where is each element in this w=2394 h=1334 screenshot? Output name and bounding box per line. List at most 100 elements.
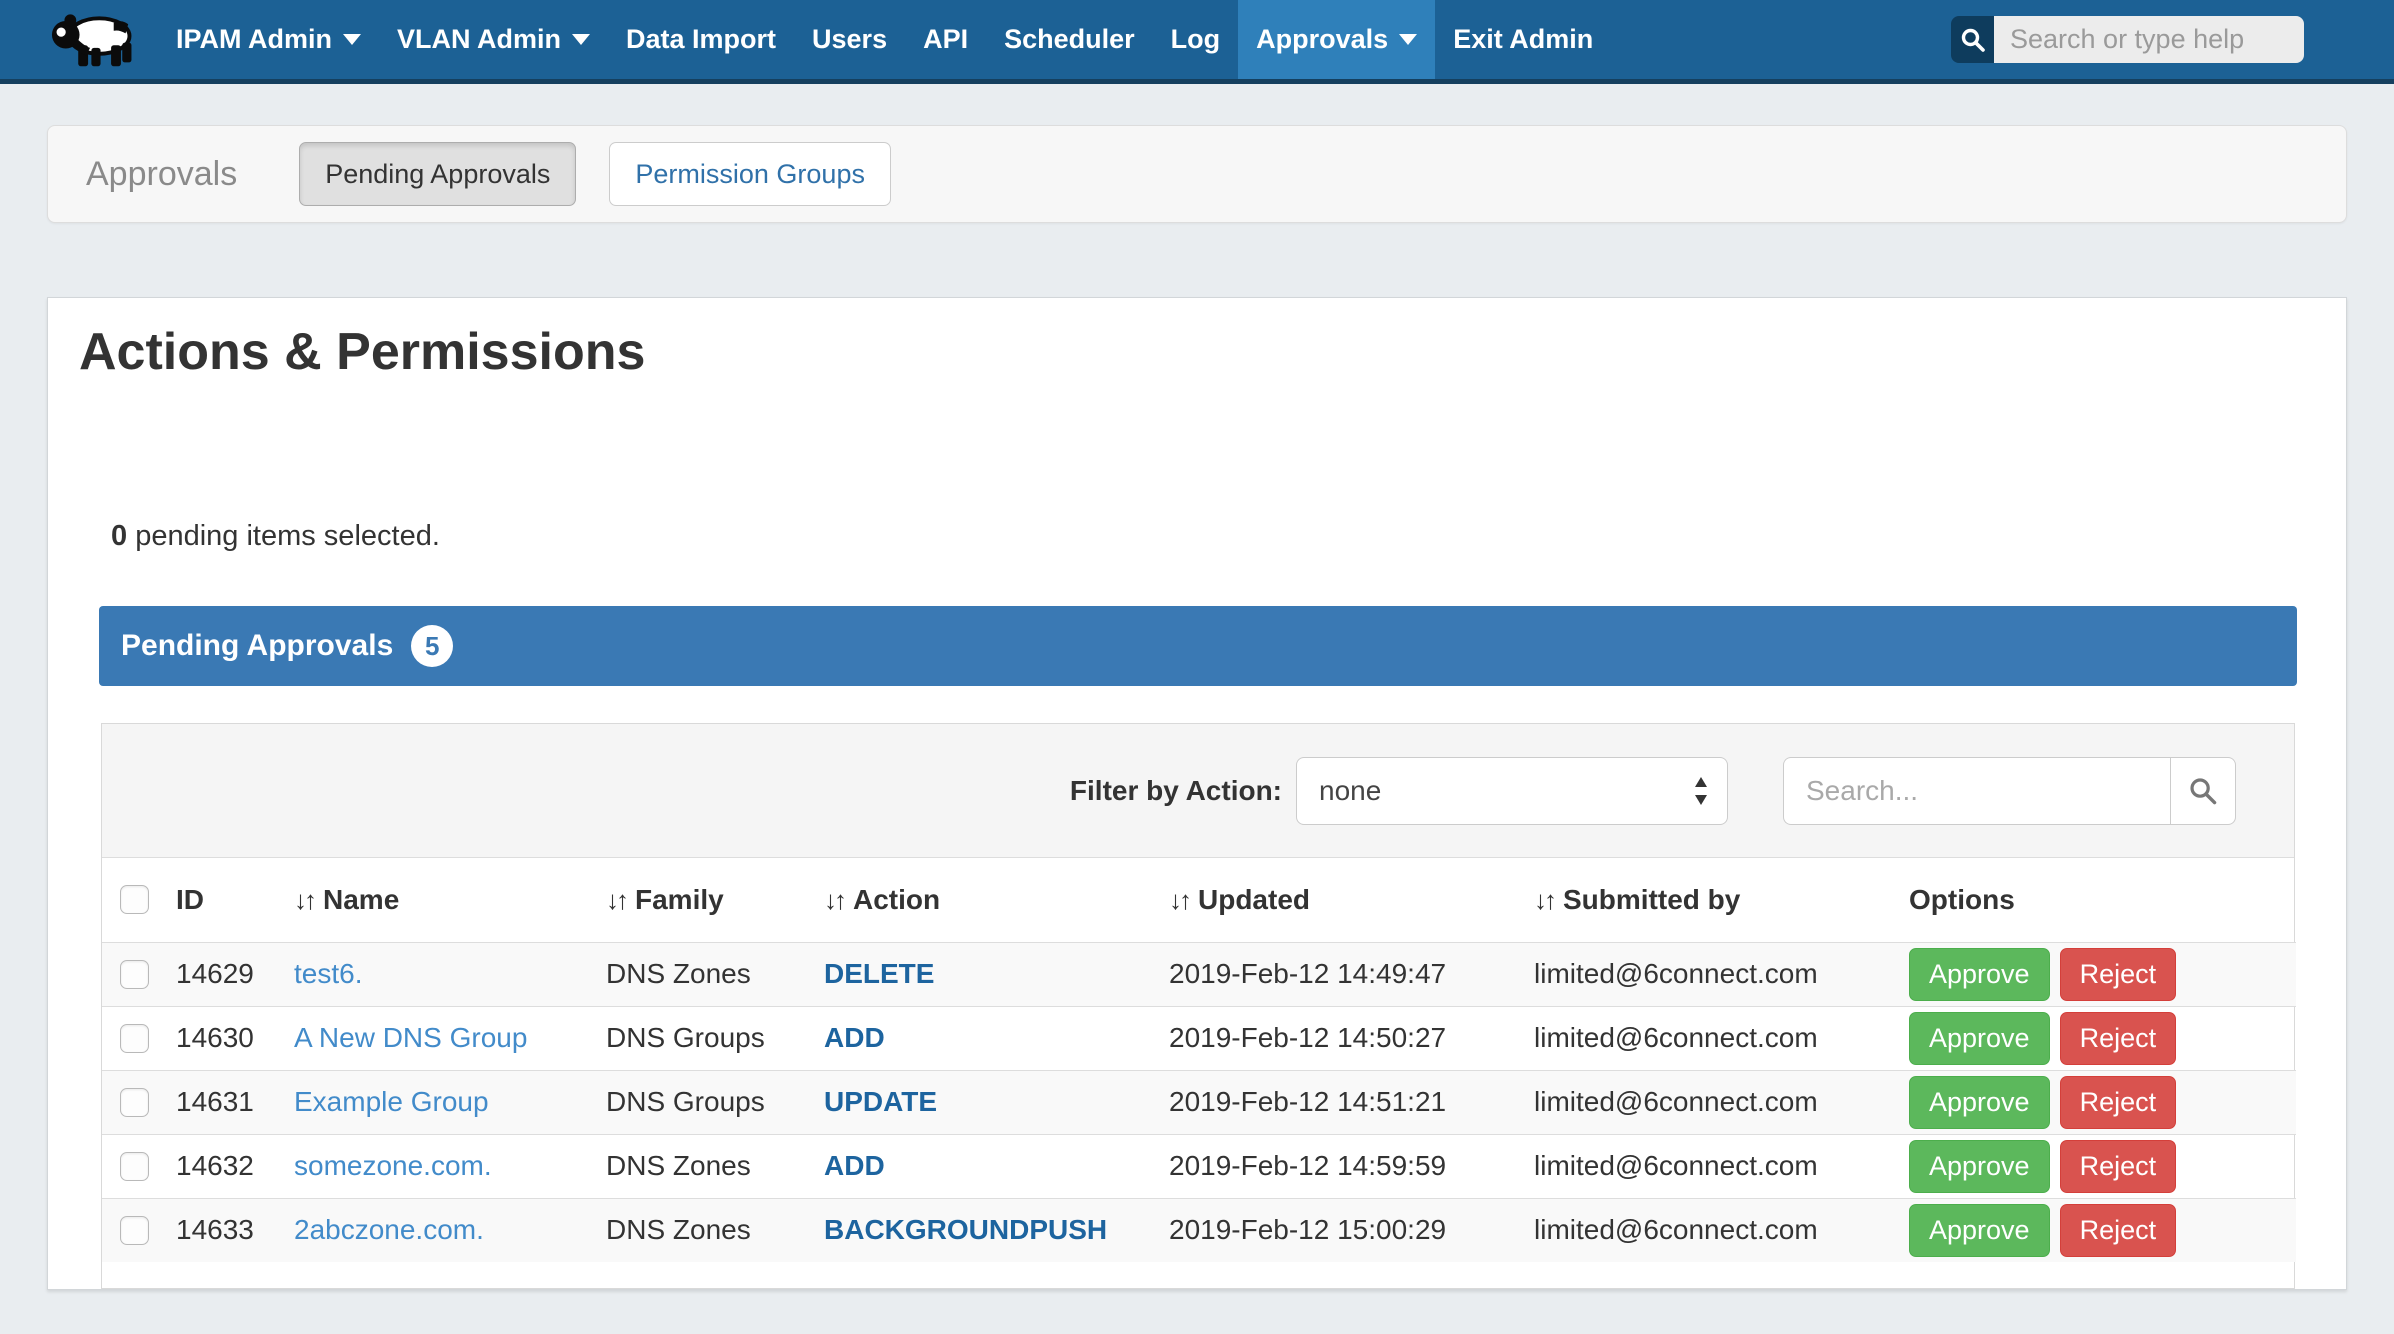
sort-icon: ↓↑ [606, 885, 626, 915]
table-header-row: ID ↓↑Name ↓↑Family ↓↑Action ↓↑Updated ↓↑… [102, 858, 2296, 942]
nav-item-data-import[interactable]: Data Import [608, 0, 794, 79]
row-family: DNS Zones [606, 1198, 824, 1262]
pending-count-badge: 5 [411, 625, 453, 667]
table-search-input[interactable] [1783, 757, 2170, 825]
sort-icon: ↓↑ [294, 885, 314, 915]
reject-button[interactable]: Reject [2060, 1204, 2177, 1257]
reject-button[interactable]: Reject [2060, 1140, 2177, 1193]
nav-item-label: IPAM Admin [176, 24, 332, 55]
table-row: 14632 somezone.com. DNS Zones ADD 2019-F… [102, 1134, 2296, 1198]
row-name-link[interactable]: A New DNS Group [294, 1022, 527, 1053]
table-row: 14633 2abczone.com. DNS Zones BACKGROUND… [102, 1198, 2296, 1262]
approve-button[interactable]: Approve [1909, 1076, 2050, 1129]
nav-item-scheduler[interactable]: Scheduler [986, 0, 1153, 79]
nav-item-api[interactable]: API [905, 0, 986, 79]
row-family: DNS Zones [606, 942, 824, 1006]
pending-approvals-header-bar: Pending Approvals 5 [99, 606, 2297, 686]
nav-item-label: Data Import [626, 24, 776, 55]
table-row: 14629 test6. DNS Zones DELETE 2019-Feb-1… [102, 942, 2296, 1006]
page-header-panel: Approvals Pending Approvals Permission G… [47, 125, 2347, 223]
provision-logo[interactable] [0, 0, 158, 79]
row-action-link[interactable]: DELETE [824, 958, 934, 989]
row-id: 14629 [164, 942, 294, 1006]
row-submitted-by: limited@6connect.com [1534, 1134, 1909, 1198]
row-id: 14630 [164, 1006, 294, 1070]
search-icon [1960, 27, 1986, 53]
panda-logo-icon [48, 8, 140, 72]
row-family: DNS Groups [606, 1070, 824, 1134]
global-search-input[interactable] [1994, 16, 2304, 63]
nav-item-vlan-admin[interactable]: VLAN Admin [379, 0, 608, 79]
column-header-family[interactable]: ↓↑Family [606, 858, 824, 942]
reject-button[interactable]: Reject [2060, 1076, 2177, 1129]
row-name-link[interactable]: somezone.com. [294, 1150, 492, 1181]
nav-item-label: Exit Admin [1453, 24, 1593, 55]
nav-item-users[interactable]: Users [794, 0, 905, 79]
row-action-link[interactable]: BACKGROUNDPUSH [824, 1214, 1107, 1245]
row-name-link[interactable]: test6. [294, 958, 362, 989]
top-navbar: IPAM Admin VLAN Admin Data Import Users … [0, 0, 2394, 84]
nav-item-label: VLAN Admin [397, 24, 561, 55]
approve-button[interactable]: Approve [1909, 1012, 2050, 1065]
pending-approvals-table: ID ↓↑Name ↓↑Family ↓↑Action ↓↑Updated ↓↑… [102, 858, 2296, 1262]
row-checkbox[interactable] [120, 1024, 149, 1053]
nav-item-approvals[interactable]: Approvals [1238, 0, 1435, 79]
table-row: 14630 A New DNS Group DNS Groups ADD 201… [102, 1006, 2296, 1070]
column-header-submitted-by[interactable]: ↓↑Submitted by [1534, 858, 1909, 942]
action-filter-select[interactable]: none [1296, 757, 1728, 825]
column-header-options: Options [1909, 858, 2296, 942]
action-filter-value: none [1319, 775, 1381, 807]
column-header-id: ID [164, 858, 294, 942]
row-updated: 2019-Feb-12 14:59:59 [1169, 1134, 1534, 1198]
sort-icon: ↓↑ [1534, 885, 1554, 915]
selected-count: 0 [111, 520, 127, 552]
column-header-action[interactable]: ↓↑Action [824, 858, 1169, 942]
table-search-button[interactable] [2170, 757, 2236, 825]
nav-item-exit-admin[interactable]: Exit Admin [1435, 0, 1611, 79]
row-name-link[interactable]: Example Group [294, 1086, 489, 1117]
sort-icon: ↓↑ [1169, 885, 1189, 915]
page-title: Approvals [86, 155, 237, 194]
actions-permissions-panel: Actions & Permissions 0 pending items se… [47, 297, 2347, 1290]
row-submitted-by: limited@6connect.com [1534, 1070, 1909, 1134]
select-all-checkbox[interactable] [120, 885, 149, 914]
row-checkbox[interactable] [120, 1088, 149, 1117]
row-checkbox[interactable] [120, 960, 149, 989]
approve-button[interactable]: Approve [1909, 1204, 2050, 1257]
table-row: 14631 Example Group DNS Groups UPDATE 20… [102, 1070, 2296, 1134]
row-family: DNS Groups [606, 1006, 824, 1070]
section-heading: Actions & Permissions [79, 322, 645, 382]
approve-button[interactable]: Approve [1909, 1140, 2050, 1193]
caret-down-icon [343, 34, 361, 45]
tab-pending-approvals[interactable]: Pending Approvals [299, 142, 576, 206]
column-header-name[interactable]: ↓↑Name [294, 858, 606, 942]
row-action-link[interactable]: ADD [824, 1022, 885, 1053]
nav-item-ipam-admin[interactable]: IPAM Admin [158, 0, 379, 79]
reject-button[interactable]: Reject [2060, 948, 2177, 1001]
selection-status: 0 pending items selected. [111, 520, 440, 553]
sort-icon: ↓↑ [824, 885, 844, 915]
approvals-admin-page: IPAM Admin VLAN Admin Data Import Users … [0, 0, 2394, 1334]
row-name-link[interactable]: 2abczone.com. [294, 1214, 484, 1245]
row-family: DNS Zones [606, 1134, 824, 1198]
row-updated: 2019-Feb-12 14:49:47 [1169, 942, 1534, 1006]
row-action-link[interactable]: UPDATE [824, 1086, 937, 1117]
row-action-link[interactable]: ADD [824, 1150, 885, 1181]
row-checkbox[interactable] [120, 1152, 149, 1181]
nav-item-label: Scheduler [1004, 24, 1135, 55]
row-id: 14631 [164, 1070, 294, 1134]
table-search [1783, 757, 2236, 825]
global-search [1951, 16, 2304, 63]
row-updated: 2019-Feb-12 14:51:21 [1169, 1070, 1534, 1134]
row-updated: 2019-Feb-12 14:50:27 [1169, 1006, 1534, 1070]
column-header-updated[interactable]: ↓↑Updated [1169, 858, 1534, 942]
global-search-button[interactable] [1951, 16, 1994, 63]
reject-button[interactable]: Reject [2060, 1012, 2177, 1065]
selected-text: pending items selected. [127, 520, 440, 552]
approve-button[interactable]: Approve [1909, 948, 2050, 1001]
nav-item-log[interactable]: Log [1153, 0, 1238, 79]
row-id: 14633 [164, 1198, 294, 1262]
tab-permission-groups[interactable]: Permission Groups [609, 142, 891, 206]
row-checkbox[interactable] [120, 1216, 149, 1245]
row-submitted-by: limited@6connect.com [1534, 1198, 1909, 1262]
